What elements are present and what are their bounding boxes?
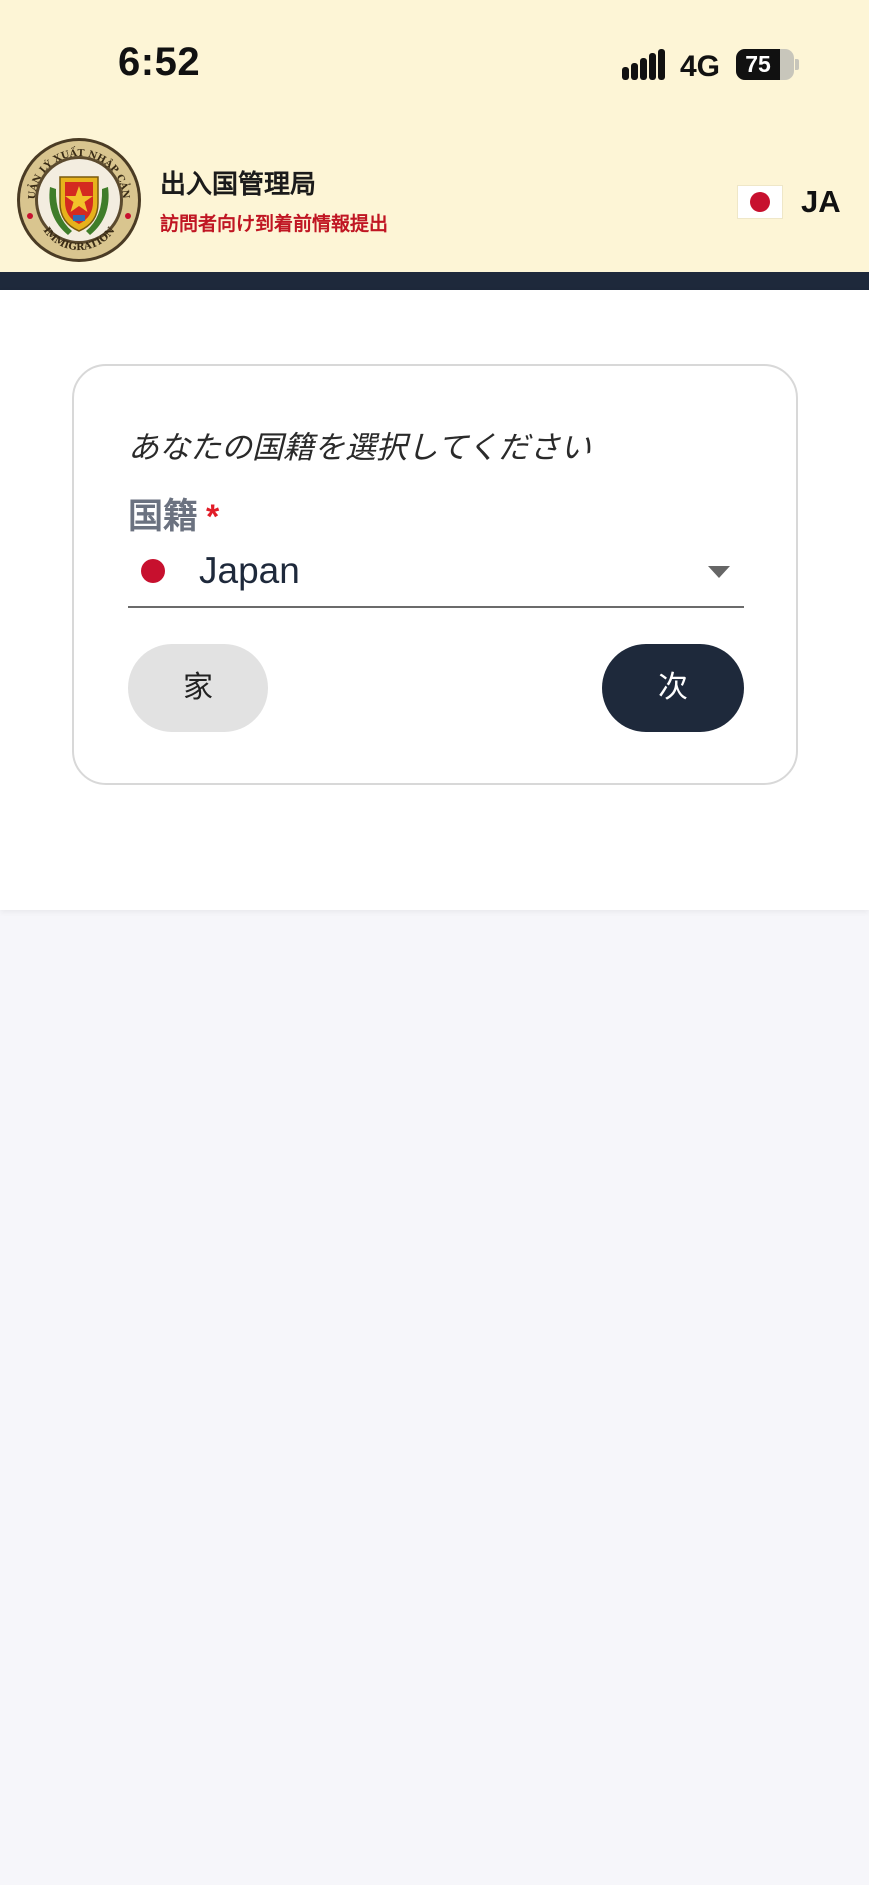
main-content: あなたの国籍を選択してください 国籍 * Japan 家 次 <box>0 290 869 910</box>
language-selector[interactable]: JA <box>738 183 841 221</box>
language-code: JA <box>801 184 841 219</box>
next-button[interactable]: 次 <box>602 644 744 732</box>
agency-subtitle: 訪問者向け到着前情報提出 <box>160 214 389 235</box>
nationality-card: あなたの国籍を選択してください 国籍 * Japan 家 次 <box>72 364 798 785</box>
nationality-value: Japan <box>199 550 300 591</box>
battery-percent: 75 <box>745 51 771 77</box>
header-divider-bar <box>0 272 869 290</box>
battery-tip <box>795 59 799 70</box>
japan-flag-icon <box>738 186 782 218</box>
signal-strength-icon <box>622 48 666 80</box>
battery-icon: 75 <box>736 49 794 80</box>
dropdown-caret-icon <box>708 566 730 578</box>
required-asterisk: * <box>206 498 220 536</box>
network-type: 4G <box>680 50 721 83</box>
japan-flag-dot-icon <box>141 559 165 583</box>
nationality-select[interactable]: Japan <box>128 534 744 608</box>
form-prompt: あなたの国籍を選択してください <box>128 430 592 465</box>
immigration-logo: QUẢN LÝ XUẤT NHẬP CẢNH IMMIGRATION <box>16 137 141 262</box>
agency-title: 出入国管理局 <box>160 169 317 199</box>
nationality-label: 国籍 * <box>128 488 219 539</box>
status-time: 6:52 <box>118 40 201 84</box>
app-header: 6:52 4G 75 QUẢN LÝ XUẤT NHẬP CẢNH IMMIGR… <box>0 0 869 272</box>
nationality-label-text: 国籍 <box>128 497 199 536</box>
home-button[interactable]: 家 <box>128 644 268 732</box>
